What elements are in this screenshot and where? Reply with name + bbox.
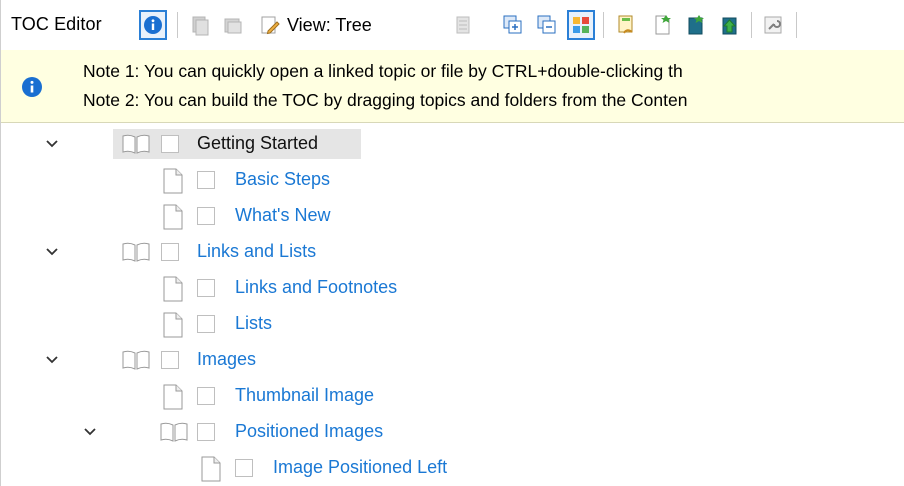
book-up-icon (722, 17, 737, 35)
link-topic-icon (618, 15, 633, 34)
properties-button[interactable] (759, 10, 787, 40)
note-2: Note 2: You can build the TOC by draggin… (83, 90, 688, 110)
tree-item-getting-started[interactable]: Getting Started (1, 127, 904, 161)
toc-tree[interactable]: Getting Started Basic Steps What's New L… (1, 122, 904, 486)
item-checkbox[interactable] (197, 207, 215, 225)
page-icon (163, 384, 183, 410)
wrench-icon (764, 16, 782, 34)
item-checkbox[interactable] (161, 351, 179, 369)
tree-item-label: Positioned Images (235, 421, 384, 441)
new-book-icon (688, 15, 704, 35)
tree-item-label: Image Positioned Left (273, 457, 448, 477)
tree-item-label: Thumbnail Image (235, 385, 375, 405)
expand-toggle[interactable] (41, 349, 63, 371)
view-mode-label: View: Tree (287, 14, 372, 35)
view-mode-dropdown[interactable]: View: Tree (259, 10, 372, 40)
tree-item-label: Links and Lists (197, 241, 317, 261)
book-open-icon (122, 242, 150, 262)
book-open-icon (160, 422, 188, 442)
tree-item-thumbnail-image[interactable]: Thumbnail Image (1, 379, 904, 413)
tree-item-label: Links and Footnotes (235, 277, 398, 297)
info-banner: Note 1: You can quickly open a linked to… (1, 50, 904, 123)
item-checkbox[interactable] (197, 387, 215, 405)
tree-item-lists[interactable]: Lists (1, 307, 904, 341)
collapse-all-button[interactable] (533, 10, 561, 40)
tree-item-image-positioned-left[interactable]: Image Positioned Left (1, 451, 904, 485)
list-disabled-icon (456, 16, 470, 34)
tree-item-whats-new[interactable]: What's New (1, 199, 904, 233)
chevron-down-icon (46, 356, 58, 364)
tree-item-basic-steps[interactable]: Basic Steps (1, 163, 904, 197)
item-checkbox[interactable] (197, 279, 215, 297)
item-checkbox[interactable] (161, 135, 179, 153)
expand-all-icon (503, 15, 522, 34)
panel-title: TOC Editor (11, 14, 102, 34)
add-book-button[interactable] (186, 10, 214, 40)
edit-page-icon (261, 16, 280, 35)
item-checkbox[interactable] (235, 459, 253, 477)
page-icon (163, 168, 183, 194)
note-1: Note 1: You can quickly open a linked to… (83, 61, 683, 81)
expand-toggle[interactable] (79, 421, 101, 443)
toolbar-separator (177, 12, 178, 38)
toolbar-separator (796, 12, 797, 38)
toolbar-separator (603, 12, 604, 38)
page-icon (163, 276, 183, 302)
page-icon (163, 204, 183, 230)
book-stack-disabled-icon (192, 16, 209, 36)
tree-item-images[interactable]: Images (1, 343, 904, 377)
add-book-folder-button[interactable] (682, 10, 710, 40)
item-checkbox[interactable] (197, 315, 215, 333)
toolbar: TOC Editor View: Tree (1, 0, 904, 51)
book-open-icon (122, 134, 150, 154)
info-icon (144, 16, 162, 34)
item-checkbox[interactable] (197, 171, 215, 189)
page-icon (201, 456, 221, 482)
chevron-down-icon (46, 140, 58, 148)
tree-item-label: Lists (235, 313, 273, 333)
color-grid-icon (573, 17, 589, 33)
item-checkbox[interactable] (161, 243, 179, 261)
tree-item-links-and-lists[interactable]: Links and Lists (1, 235, 904, 269)
add-topic-button[interactable] (649, 10, 677, 40)
book-copy-disabled-icon (224, 18, 242, 34)
expand-toggle[interactable] (41, 241, 63, 263)
page-icon (163, 312, 183, 338)
tree-item-label: Getting Started (197, 133, 319, 153)
book-open-icon (122, 350, 150, 370)
color-grid-button[interactable] (567, 10, 595, 40)
info-toggle-button[interactable] (139, 10, 167, 40)
toc-editor-panel: TOC Editor View: Tree Note 1: You can qu… (0, 0, 904, 486)
tree-item-label: Basic Steps (235, 169, 331, 189)
expand-toggle[interactable] (41, 133, 63, 155)
item-checkbox[interactable] (197, 423, 215, 441)
list-view-button[interactable] (449, 10, 477, 40)
tree-item-label: Images (197, 349, 257, 369)
add-linked-topic-button[interactable] (613, 10, 641, 40)
tree-item-positioned-images[interactable]: Positioned Images (1, 415, 904, 449)
move-up-button[interactable] (716, 10, 744, 40)
tree-item-links-and-footnotes[interactable]: Links and Footnotes (1, 271, 904, 305)
info-icon (22, 77, 42, 97)
chevron-down-icon (84, 428, 96, 436)
new-page-icon (655, 15, 671, 35)
collapse-all-icon (537, 15, 556, 34)
chevron-down-icon (46, 248, 58, 256)
toolbar-separator (751, 12, 752, 38)
add-book-copy-button[interactable] (219, 10, 247, 40)
expand-all-button[interactable] (499, 10, 527, 40)
tree-item-label: What's New (235, 205, 331, 225)
